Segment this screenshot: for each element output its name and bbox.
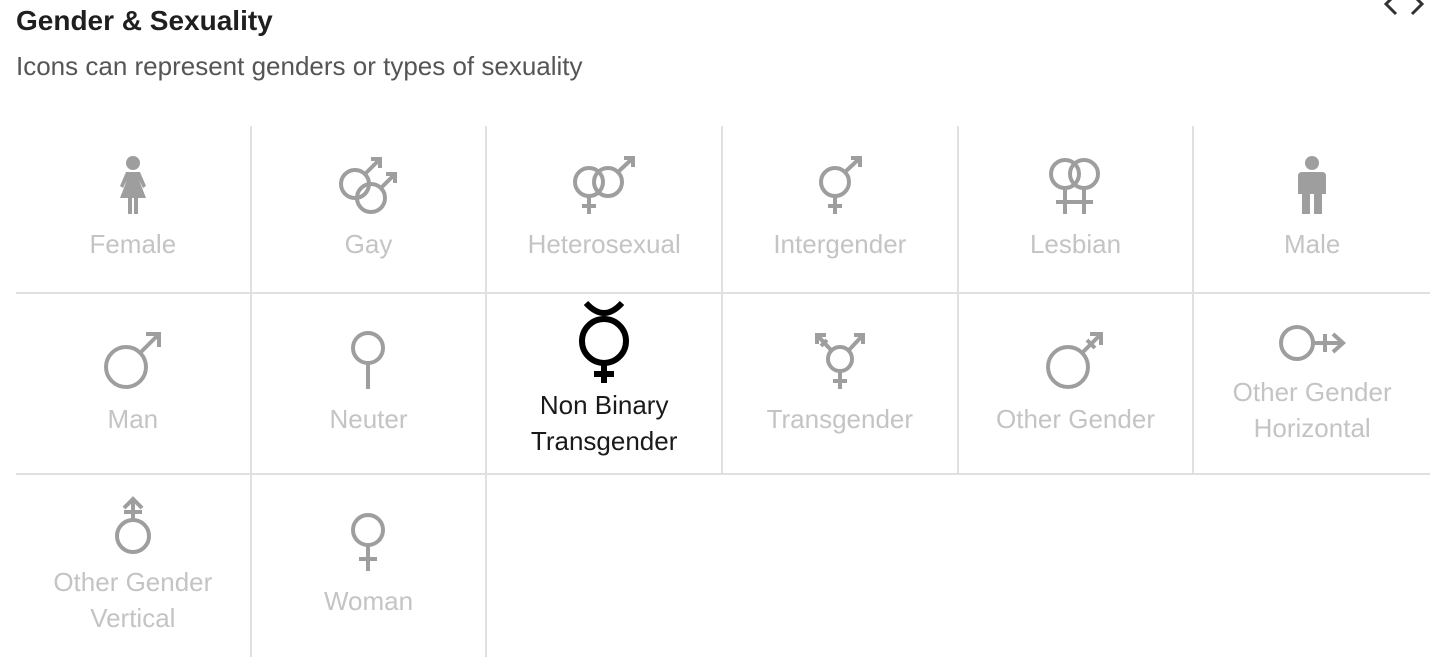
icon-label: Intergender	[773, 229, 907, 259]
man-icon	[103, 331, 161, 389]
lesbian-icon	[1049, 158, 1101, 214]
icon-tile-non-binary-transgender[interactable]: Non Binary Transgender	[487, 294, 723, 475]
intergender-icon	[818, 156, 862, 214]
icon-label: Heterosexual	[527, 229, 681, 259]
icon-label: Other Gender Vertical	[53, 567, 213, 633]
icon-tile-neuter[interactable]: Neuter	[251, 294, 488, 475]
icon-tile-other-gender-vertical[interactable]: Other Gender Vertical	[16, 475, 252, 657]
icon-label: Neuter	[329, 403, 408, 434]
icon-label: Male	[1283, 229, 1341, 259]
gay-icon	[339, 157, 398, 214]
empty-tile	[723, 475, 959, 657]
empty-tile	[1194, 475, 1430, 657]
icon-tile-woman[interactable]: Woman	[252, 475, 488, 657]
icon-label: Woman	[323, 586, 414, 616]
female-person-icon	[119, 156, 146, 214]
transgender-icon	[814, 332, 865, 389]
other-gender-horizontal-icon	[1279, 324, 1347, 361]
icon-tile-other-gender-horizontal[interactable]: Other Gender Horizontal	[1194, 294, 1430, 475]
neuter-icon	[351, 330, 386, 389]
icon-tile-transgender[interactable]: Transgender	[723, 294, 959, 475]
icon-label: Other Gender Horizontal	[1232, 376, 1392, 443]
section-subtitle: Icons can represent genders or types of …	[16, 51, 583, 81]
icon-picker-page: Gender & Sexuality Icons can represent g…	[0, 0, 1448, 666]
icon-tile-other-gender[interactable]: Other Gender	[958, 294, 1195, 475]
icon-tile-gay[interactable]: Gay	[251, 126, 488, 294]
icon-label: Lesbian	[1029, 229, 1122, 259]
heterosexual-icon	[573, 156, 636, 214]
icon-label: Female	[89, 229, 177, 259]
icon-tile-heterosexual[interactable]: Heterosexual	[487, 126, 723, 294]
section-title: Gender & Sexuality	[16, 5, 273, 36]
icon-tile-female[interactable]: Female	[16, 126, 252, 294]
male-person-icon	[1298, 156, 1327, 214]
icon-label: Other Gender	[996, 403, 1155, 434]
icon-grid: Female Gay Heterosexual Intergender Lesb…	[16, 126, 1430, 657]
icon-tile-male[interactable]: Male	[1194, 126, 1430, 294]
icon-label: Non Binary Transgender	[530, 389, 678, 456]
icon-label: Gay	[344, 229, 393, 259]
woman-icon	[351, 513, 386, 571]
other-gender-vertical-icon	[114, 496, 151, 554]
icon-tile-intergender[interactable]: Intergender	[723, 126, 959, 294]
non-binary-transgender-icon	[579, 300, 630, 383]
code-brackets-icon[interactable]	[1382, 0, 1426, 16]
icon-tile-man[interactable]: Man	[16, 294, 252, 475]
icon-tile-lesbian[interactable]: Lesbian	[958, 126, 1195, 294]
empty-tile	[959, 475, 1195, 657]
icon-label: Man	[107, 403, 159, 434]
icon-label: Transgender	[766, 403, 914, 434]
other-gender-icon	[1046, 331, 1104, 389]
empty-tile	[487, 475, 723, 657]
